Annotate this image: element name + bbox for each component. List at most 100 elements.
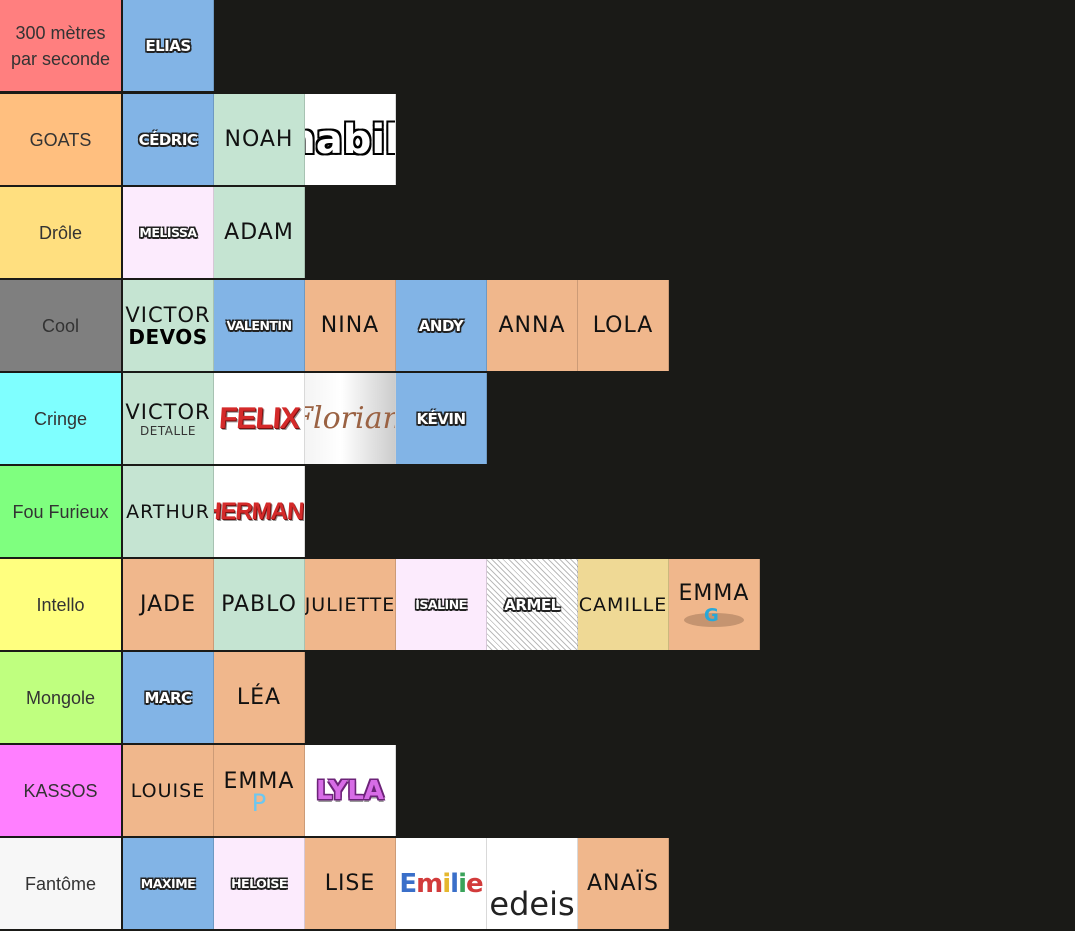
tier-row: Mongole MARC LÉA: [0, 652, 1075, 743]
tier-item-card[interactable]: VICTOR DEVOS: [123, 280, 214, 371]
tier-items: LOUISE EMMA P LYLA: [123, 745, 396, 836]
tier-item-card[interactable]: ANAÏS: [578, 838, 669, 929]
tier-item-card[interactable]: MARC: [123, 652, 214, 743]
tier-item-card[interactable]: LYLA: [305, 745, 396, 836]
emilie-letter: m: [416, 868, 443, 899]
tier-item-name: Florian: [305, 401, 396, 436]
tier-item-card[interactable]: HERMAN: [214, 466, 305, 557]
emilie-letter: e: [465, 868, 484, 899]
tier-item-card[interactable]: FELIX: [214, 373, 305, 464]
tier-item-card[interactable]: CÉDRIC: [123, 94, 214, 185]
tier-item-name: LÉA: [236, 685, 282, 710]
tier-item-card[interactable]: ARMEL: [487, 559, 578, 650]
tier-item-card[interactable]: MELISSA: [123, 187, 214, 278]
tier-item-card[interactable]: EMMA P: [214, 745, 305, 836]
tier-item-name: MAXIME: [140, 876, 196, 891]
tier-item-card[interactable]: JULIETTE: [305, 559, 396, 650]
tier-item-card[interactable]: LOLA: [578, 280, 669, 371]
tier-item-name: nabil: [305, 116, 396, 163]
tier-label[interactable]: Fou Furieux: [0, 466, 123, 557]
tier-item-card[interactable]: NOAH: [214, 94, 305, 185]
tier-items: ARTHUR HERMAN: [123, 466, 305, 557]
tier-item-card[interactable]: VICTOR DETALLE: [123, 373, 214, 464]
tier-item-name: LOUISE: [130, 779, 206, 802]
tier-item-name: MARC: [144, 688, 192, 707]
tier-row: 300 mètres par seconde ELIAS: [0, 0, 1075, 91]
tier-item-card[interactable]: EMMA G: [669, 559, 760, 650]
tier-item-name: ELIAS: [145, 36, 191, 55]
tier-row: KASSOS LOUISE EMMA P LYLA: [0, 745, 1075, 836]
tier-items: MELISSA ADAM: [123, 187, 305, 278]
tier-item-name: HERMAN: [214, 497, 305, 525]
tier-item-card[interactable]: JADE: [123, 559, 214, 650]
tier-item-card[interactable]: LISE: [305, 838, 396, 929]
tier-label[interactable]: 300 mètres par seconde: [0, 0, 123, 91]
tier-item-card[interactable]: ISALINE: [396, 559, 487, 650]
emilie-letter: i: [458, 868, 467, 899]
tier-item-card[interactable]: HELOISE: [214, 838, 305, 929]
tier-item-card[interactable]: NINA: [305, 280, 396, 371]
tier-label[interactable]: KASSOS: [0, 745, 123, 836]
tier-item-name: VICTOR: [125, 399, 211, 424]
tier-item-name: VALENTIN: [226, 318, 292, 333]
tier-item-card[interactable]: LOUISE: [123, 745, 214, 836]
tier-item-name: KÉVIN: [416, 409, 466, 428]
tier-label[interactable]: Cool: [0, 280, 123, 371]
tier-item-card[interactable]: LÉA: [214, 652, 305, 743]
tier-item-name: EMMA: [678, 581, 750, 606]
tier-item-card[interactable]: ADAM: [214, 187, 305, 278]
tier-item-name: edeis: [489, 884, 575, 923]
tier-item-name: CÉDRIC: [138, 130, 198, 149]
tier-items: VICTOR DEVOS VALENTIN NINA ANDY ANNA LOLA: [123, 280, 669, 371]
tier-row: Fou Furieux ARTHUR HERMAN: [0, 466, 1075, 557]
tier-item-card[interactable]: PABLO: [214, 559, 305, 650]
tier-label[interactable]: Intello: [0, 559, 123, 650]
tier-item-card[interactable]: ARTHUR: [123, 466, 214, 557]
tier-item-subtitle: DETALLE: [140, 423, 196, 438]
tier-item-name: ANNA: [498, 313, 566, 338]
tier-item-name: ANDY: [418, 316, 464, 335]
tier-item-name: ISALINE: [415, 597, 467, 612]
tier-item-name: Emilie: [399, 868, 484, 899]
tier-item-name: ARTHUR: [126, 500, 210, 523]
tier-item-name: ADAM: [224, 220, 294, 245]
tier-item-name: LYLA: [315, 775, 385, 806]
tier-label[interactable]: Drôle: [0, 187, 123, 278]
tier-row: Intello JADE PABLO JULIETTE ISALINE ARMEL CAMI…: [0, 559, 1075, 650]
tier-items: MAXIME HELOISE LISE Emilie edeis ANAÏS: [123, 838, 669, 929]
tier-label[interactable]: Cringe: [0, 373, 123, 464]
g-letter: G: [704, 605, 719, 626]
tier-item-card[interactable]: ANDY: [396, 280, 487, 371]
tier-label[interactable]: GOATS: [0, 94, 123, 185]
tier-item-name: LISE: [324, 871, 376, 896]
tier-items: MARC LÉA: [123, 652, 305, 743]
tier-list-board: TiERMAKER 300 mètres par secondeELIASGOA…: [0, 0, 1075, 931]
tier-item-card[interactable]: Florian: [305, 373, 396, 464]
tier-item-name: JULIETTE: [305, 593, 396, 616]
tier-item-name: MELISSA: [139, 225, 197, 240]
emilie-letter: E: [399, 868, 417, 899]
tier-label[interactable]: Mongole: [0, 652, 123, 743]
tier-item-card[interactable]: ANNA: [487, 280, 578, 371]
tier-item-name: NINA: [320, 313, 380, 338]
tier-row: GOATS CÉDRIC NOAH nabil: [0, 94, 1075, 185]
tier-item-card[interactable]: nabil: [305, 94, 396, 185]
tier-item-card[interactable]: CAMILLE: [578, 559, 669, 650]
tier-row: Drôle MELISSA ADAM: [0, 187, 1075, 278]
tier-item-card[interactable]: edeis: [487, 838, 578, 929]
tier-label[interactable]: Fantôme: [0, 838, 123, 929]
tier-item-card[interactable]: ELIAS: [123, 0, 214, 91]
tier-item-card[interactable]: KÉVIN: [396, 373, 487, 464]
doodle-p-mark: P: [251, 789, 267, 817]
tier-item-subtitle: DEVOS: [128, 324, 208, 349]
tier-items: VICTORDETALLEFELIXFlorianKÉVIN: [123, 373, 487, 464]
tier-item-card[interactable]: VALENTIN: [214, 280, 305, 371]
emilie-letter: i: [442, 868, 451, 899]
tier-item-name: JADE: [140, 592, 196, 617]
tier-item-name: HELOISE: [231, 876, 287, 891]
tier-item-card[interactable]: Emilie: [396, 838, 487, 929]
tier-row: Fantôme MAXIME HELOISE LISE Emilie edeis ANAÏS: [0, 838, 1075, 929]
tier-item-card[interactable]: MAXIME: [123, 838, 214, 929]
tier-item-name: NOAH: [224, 127, 294, 152]
tier-item-name: PABLO: [221, 592, 297, 617]
